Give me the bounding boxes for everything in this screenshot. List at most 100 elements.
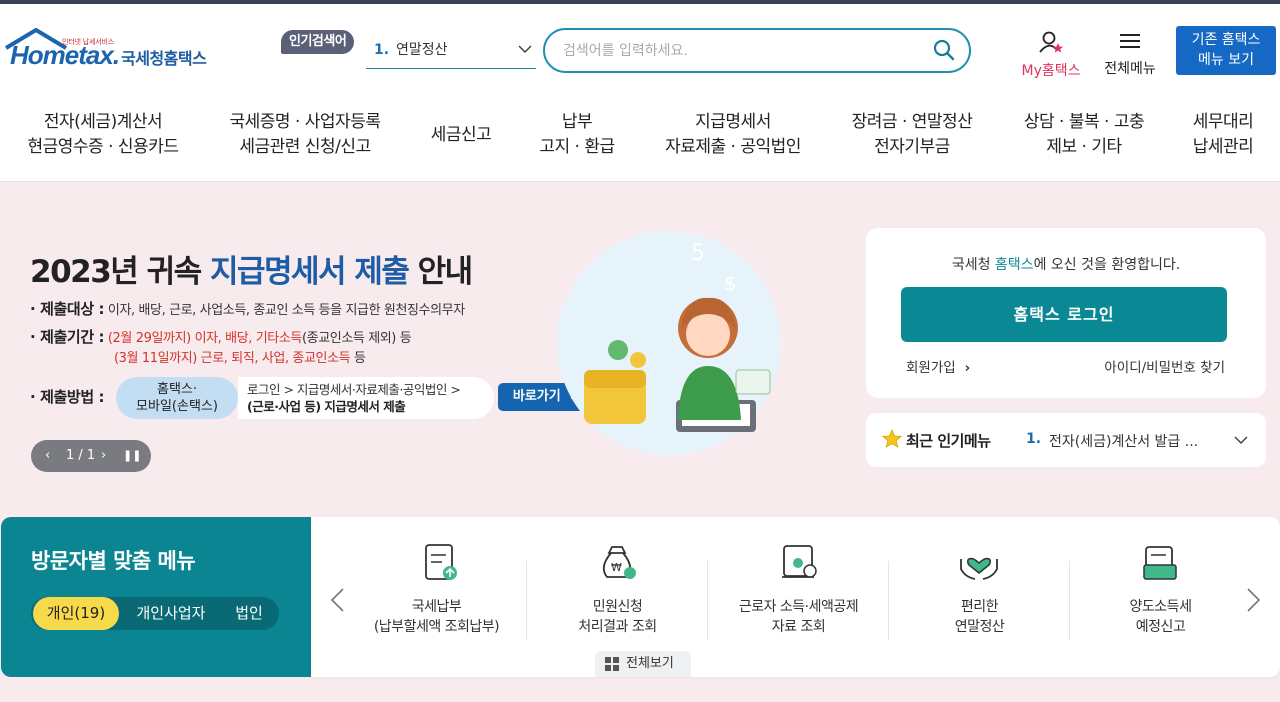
- banner-pager: ‹ 1 / 1 › ❚❚: [31, 440, 151, 472]
- popular-search-tag: 인기검색어: [281, 30, 355, 54]
- hamburger-icon: [1120, 34, 1140, 48]
- visitor-menu-title: 방문자별 맞춤 메뉴: [31, 549, 196, 573]
- join-link[interactable]: 회원가입 ›: [906, 356, 970, 376]
- quick-menu-line2: 처리결과 조회: [578, 619, 657, 635]
- prev-slide-icon[interactable]: ‹: [45, 440, 50, 472]
- gnb-item-e-invoice[interactable]: 전자(세금)계산서 현금영수증 · 신용카드: [20, 110, 186, 160]
- next-arrow-icon[interactable]: [1244, 587, 1264, 613]
- header: 인터넷 납세서비스 Hometax. 국세청홈택스 인기검색어 1. 연말정산 …: [0, 4, 1280, 94]
- period1-note: (종교인소득 제외) 등: [301, 331, 412, 346]
- hometax-logo[interactable]: 인터넷 납세서비스 Hometax. 국세청홈택스: [4, 28, 219, 74]
- quick-menu-list: 국세납부 (납부할세액 조회납부) ₩ 민원신청 처리결과 조회 근로자 소득·…: [311, 517, 1280, 677]
- recent-menu-item: 전자(세금)계산서 발급 ...: [1049, 434, 1199, 450]
- view-all-button[interactable]: 전체보기: [595, 651, 691, 677]
- search-icon[interactable]: [933, 39, 955, 61]
- quick-menu-line2: 예정신고: [1135, 619, 1186, 635]
- period2-items: 근로, 퇴직, 사업, 종교인소득: [200, 351, 351, 366]
- quick-menu-line2: 자료 조회: [771, 619, 826, 635]
- gnb-item-year-end[interactable]: 장려금 · 연말정산 전자기부금: [842, 110, 982, 160]
- tab-corporation[interactable]: 법인: [223, 597, 275, 630]
- target-text: 이자, 배당, 근로, 사업소득, 종교인 소득 등을 지급한 원천징수의무자: [107, 303, 465, 318]
- method-path: 로그인 > 지급명세서·자료제출·공익법인 > (근로·사업 등) 지급명세서 …: [238, 377, 494, 419]
- gnb-item-payment-statement[interactable]: 지급명세서 자료제출 · 공익법인: [655, 110, 811, 160]
- quick-menu-tax-payment[interactable]: 국세납부 (납부할세액 조회납부): [346, 517, 527, 677]
- search-box: [543, 28, 971, 73]
- user-star-icon: [1039, 31, 1063, 53]
- gnb-line1: 납부: [561, 112, 593, 132]
- method-pill-line2: 모바일(손택스): [136, 399, 218, 414]
- gnb-item-consult[interactable]: 상담 · 불복 · 고충 제보 · 기타: [1012, 110, 1156, 160]
- logo-brand-kr: 국세청홈택스: [121, 49, 207, 68]
- heart-hands-icon: [960, 557, 998, 580]
- next-slide-icon[interactable]: ›: [101, 440, 106, 472]
- login-button[interactable]: 홈택스 로그인: [901, 287, 1227, 342]
- search-input[interactable]: [563, 39, 913, 63]
- gnb-line1: 국세증명 · 사업자등록: [229, 112, 381, 132]
- visitor-menu-panel: 방문자별 맞춤 메뉴 개인(19) 개인사업자 법인: [1, 517, 311, 677]
- chevron-down-icon: [518, 45, 532, 54]
- period-key: 제출기간 :: [40, 328, 105, 346]
- gnb-item-tax-filing[interactable]: 세금신고: [422, 123, 500, 148]
- old-menu-line1: 기존 홈택스: [1191, 32, 1261, 48]
- recent-menu-title: 최근 인기메뉴: [906, 432, 991, 450]
- gnb-line2: 제보 · 기타: [1046, 137, 1122, 157]
- tax-payment-document-icon: [425, 544, 457, 580]
- all-menu-label: 전체메뉴: [1104, 61, 1156, 77]
- gnb-line2: 전자기부금: [874, 137, 950, 157]
- old-hometax-menu-button[interactable]: 기존 홈택스 메뉴 보기: [1176, 26, 1276, 75]
- visitor-type-tabs: 개인(19) 개인사업자 법인: [31, 597, 279, 630]
- old-menu-line2: 메뉴 보기: [1198, 52, 1254, 68]
- popular-search-select[interactable]: 1. 연말정산: [366, 38, 536, 69]
- quick-menu-income-deduction[interactable]: 근로자 소득·세액공제 자료 조회: [708, 517, 889, 677]
- welcome-highlight: 홈택스: [994, 257, 1034, 273]
- method-key: 제출방법 :: [40, 388, 105, 406]
- svg-text:₩: ₩: [611, 561, 622, 574]
- tab-individual[interactable]: 개인(19): [33, 597, 119, 630]
- gnb-line1: 장려금 · 연말정산: [851, 112, 973, 132]
- gnb-line1: 전자(세금)계산서: [43, 112, 163, 132]
- banner-title-post: 안내: [408, 254, 474, 290]
- gnb-item-tax-agent[interactable]: 세무대리 납세관리: [1182, 110, 1264, 160]
- quick-menu-capital-gains[interactable]: 양도소득세 예정신고: [1070, 517, 1251, 677]
- gnb-item-payment[interactable]: 납부 고지 · 환급: [530, 110, 624, 160]
- gnb-line1: 지급명세서: [695, 112, 771, 132]
- find-id-password-link[interactable]: 아이디/비밀번호 찾기: [1104, 356, 1225, 376]
- quick-menu-line1: 근로자 소득·세액공제: [738, 599, 859, 615]
- quick-menu-line2: 연말정산: [954, 619, 1005, 635]
- recent-popular-menu[interactable]: 최근 인기메뉴 1. 전자(세금)계산서 발급 ...: [866, 413, 1266, 467]
- view-all-label: 전체보기: [626, 656, 674, 671]
- gnb-line1: 상담 · 불복 · 고충: [1023, 112, 1145, 132]
- welcome-text: 국세청 홈택스에 오신 것을 환영합니다.: [866, 254, 1266, 274]
- folder-document-icon: [1143, 546, 1177, 580]
- quick-menu-line1: 민원신청: [592, 599, 643, 615]
- gnb-line2: 고지 · 환급: [539, 137, 615, 157]
- prev-arrow-icon[interactable]: [328, 587, 348, 613]
- banner-title-pre: 2023년 귀속: [30, 254, 210, 290]
- gnb-line2: 자료제출 · 공익법인: [665, 137, 801, 157]
- target-key: 제출대상 :: [40, 300, 105, 318]
- period2-date: (3월 11일까지): [114, 351, 197, 366]
- grid-icon: [605, 657, 619, 671]
- gnb-line1: 세금신고: [430, 125, 492, 145]
- quick-menu-line1: 양도소득세: [1129, 599, 1192, 615]
- welcome-pre: 국세청: [951, 257, 995, 273]
- quick-menu-year-end[interactable]: 편리한 연말정산: [889, 517, 1070, 677]
- my-hometax-button[interactable]: My홈택스: [1015, 30, 1087, 80]
- gnb-item-certificates[interactable]: 국세증명 · 사업자등록 세금관련 신청/신고: [220, 110, 390, 160]
- period1-date: (2월 29일까지): [107, 331, 191, 346]
- pager-count: 1 / 1: [66, 448, 96, 463]
- method-path-line1: 로그인 > 지급명세서·자료제출·공익법인 >: [247, 382, 461, 397]
- banner-illustration: 5 $: [557, 231, 781, 455]
- banner-method-row: · 제출방법 :: [30, 388, 105, 406]
- period1-items: 이자, 배당, 기타소득: [194, 331, 303, 346]
- gnb-line2: 납세관리: [1192, 137, 1254, 157]
- money-bag-search-icon: ₩: [602, 546, 636, 579]
- pause-icon[interactable]: ❚❚: [123, 440, 141, 472]
- quick-menu-line1: 국세납부: [411, 599, 462, 615]
- all-menu-button[interactable]: 전체메뉴: [1098, 30, 1162, 78]
- method-path-line2: (근로·사업 등) 지급명세서 제출: [247, 399, 406, 414]
- tab-sole-proprietor[interactable]: 개인사업자: [123, 597, 219, 630]
- svg-text:$: $: [724, 271, 737, 295]
- gnb-line1: 세무대리: [1192, 112, 1254, 132]
- star-icon: [882, 429, 902, 448]
